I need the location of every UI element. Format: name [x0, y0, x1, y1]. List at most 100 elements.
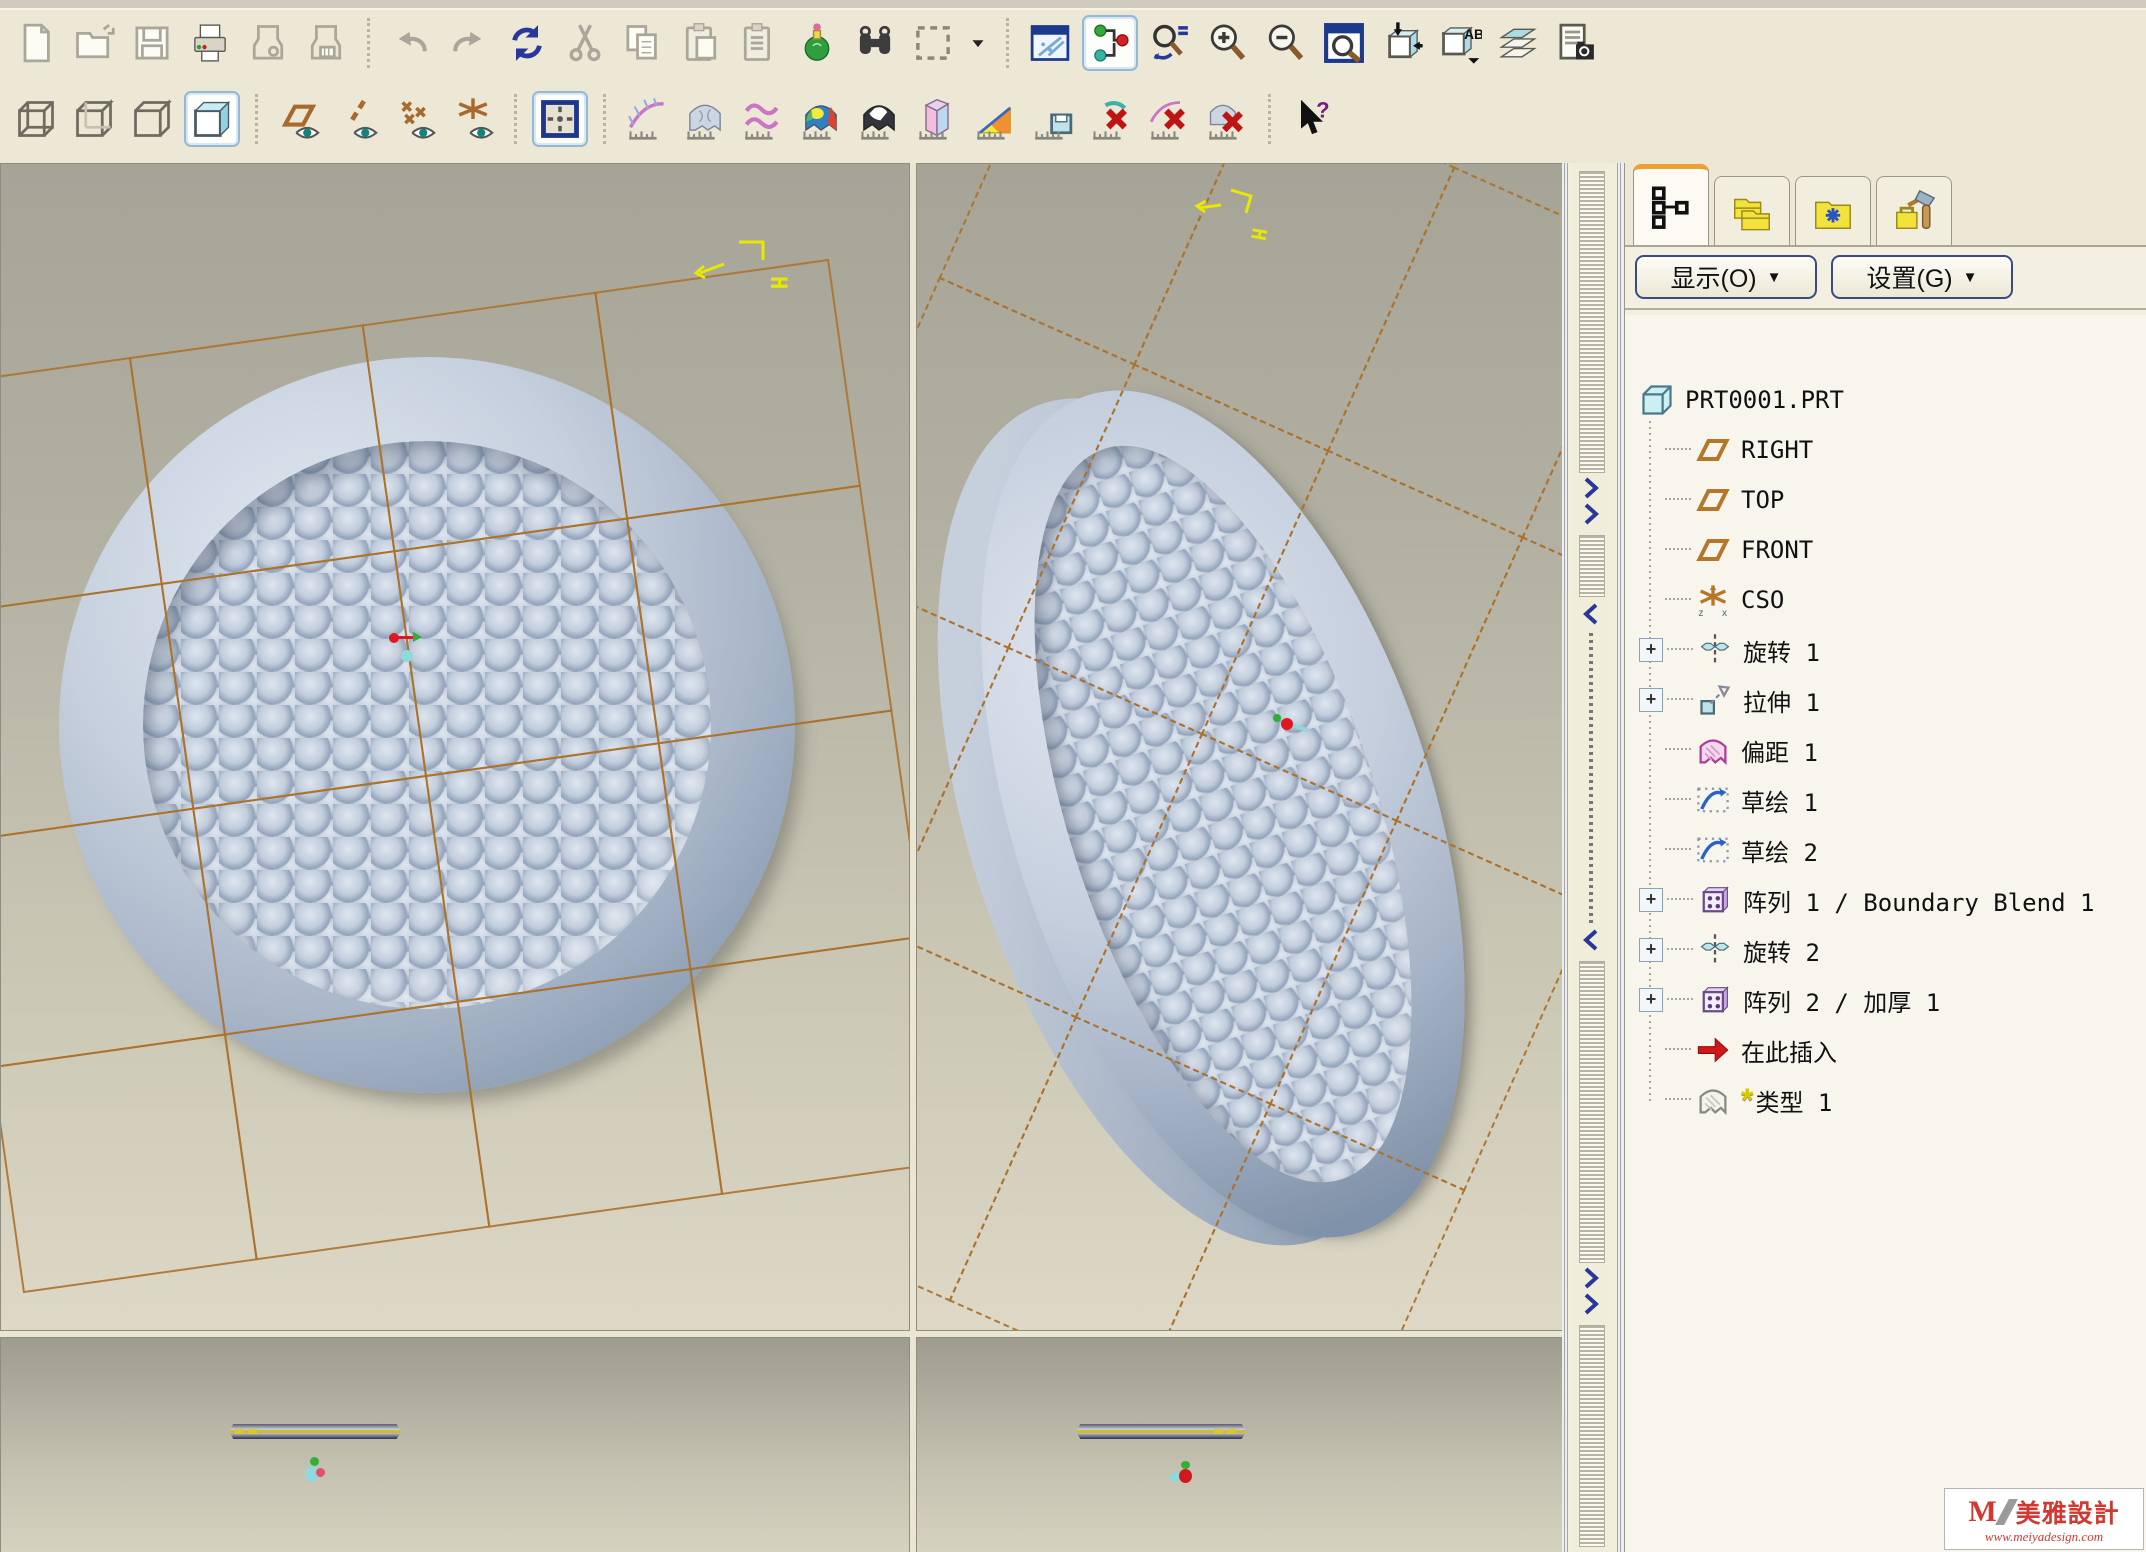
sash-grip[interactable] — [1579, 1325, 1605, 1547]
backup-button[interactable] — [300, 17, 352, 69]
tree-item[interactable]: * 类型 1 — [1625, 1075, 2146, 1125]
panel-divider — [1625, 308, 2146, 310]
tree-item[interactable]: + 阵列 1 / Boundary Blend 1 — [1625, 875, 2146, 925]
redo-button[interactable] — [443, 17, 495, 69]
saved-analyses-button[interactable] — [1027, 93, 1079, 145]
section-analysis-button[interactable] — [911, 93, 963, 145]
tree-item[interactable]: RIGHT — [1625, 425, 2146, 475]
delete-all-analyses-button[interactable] — [1085, 93, 1137, 145]
tree-item[interactable]: PRT0001.PRT — [1625, 375, 2146, 425]
copy-button[interactable] — [617, 17, 669, 69]
viewport-top-left[interactable]: H — [0, 163, 910, 1331]
graphics-area: H H — [0, 163, 1564, 1552]
tree-expand-button[interactable]: + — [1639, 888, 1663, 912]
sketch-icon — [1695, 782, 1731, 818]
viewport-bottom-left[interactable] — [0, 1337, 910, 1552]
sash-arrow-left-icon[interactable] — [1582, 603, 1600, 625]
sash-grip[interactable] — [1579, 171, 1605, 473]
shaded-button[interactable] — [184, 91, 240, 147]
tree-item[interactable]: + 旋转 1 — [1625, 625, 2146, 675]
reorient-button[interactable] — [1376, 17, 1428, 69]
marker-red-line — [397, 636, 414, 639]
orientation-triad: H — [693, 240, 790, 289]
layers-button[interactable] — [1492, 17, 1544, 69]
context-help-button[interactable]: ? — [1286, 93, 1338, 145]
favorites-tab[interactable] — [1795, 176, 1871, 245]
tree-connector — [1667, 648, 1693, 652]
paste-button[interactable] — [675, 17, 727, 69]
sash-arrow-left-icon[interactable] — [1582, 929, 1600, 951]
offset-icon — [1695, 732, 1731, 768]
model-tree-tab[interactable] — [1633, 164, 1709, 245]
annotations-button[interactable]: AB — [1434, 17, 1486, 69]
sash-grip[interactable] — [1579, 535, 1605, 597]
curves-analysis-button[interactable] — [737, 93, 789, 145]
datum-axes-toggle[interactable] — [331, 93, 383, 145]
tree-item[interactable]: FRONT — [1625, 525, 2146, 575]
curvature-analysis-button[interactable] — [621, 93, 673, 145]
viewport-bottom-right[interactable] — [916, 1337, 1564, 1552]
tree-item[interactable]: 草绘 2 — [1625, 825, 2146, 875]
draft-check-button[interactable] — [969, 93, 1021, 145]
surface-analysis-button[interactable] — [679, 93, 731, 145]
spin-center-toggle[interactable] — [532, 91, 588, 147]
show-dropdown-button[interactable]: 显示(O) ▼ — [1635, 255, 1817, 299]
save-a-copy-button[interactable] — [242, 17, 294, 69]
select-box-button[interactable] — [907, 17, 959, 69]
view-manager-button[interactable] — [1550, 17, 1602, 69]
hidden-line-button[interactable] — [68, 93, 120, 145]
connections-tab[interactable] — [1876, 176, 1952, 245]
model-tree-toggle-button[interactable] — [1082, 15, 1138, 71]
sketch-icon — [1695, 832, 1731, 868]
tree-item[interactable]: + 旋转 2 — [1625, 925, 2146, 975]
select-mode-dropdown[interactable] — [965, 17, 991, 69]
tree-item[interactable]: 在此插入 — [1625, 1025, 2146, 1075]
grid-cell — [361, 291, 629, 552]
print-button[interactable] — [184, 17, 236, 69]
shaded-curvature-button[interactable] — [795, 93, 847, 145]
tree-expand-button[interactable]: + — [1639, 688, 1663, 712]
sash-arrow-right-icon[interactable] — [1582, 477, 1600, 499]
model-player-button[interactable] — [791, 17, 843, 69]
tree-item[interactable]: x z CSO — [1625, 575, 2146, 625]
wireframe-button[interactable] — [10, 93, 62, 145]
search-options-button[interactable] — [1144, 17, 1196, 69]
tree-item[interactable]: + 拉伸 1 — [1625, 675, 2146, 725]
cut-button[interactable] — [559, 17, 611, 69]
sash-arrow-right-icon[interactable] — [1582, 1267, 1600, 1289]
save-file-button[interactable] — [126, 17, 178, 69]
navigator-sash[interactable] — [1562, 163, 1624, 1552]
render-window-button[interactable] — [1024, 17, 1076, 69]
marker-green-dot — [310, 1457, 319, 1466]
new-file-button[interactable] — [10, 17, 62, 69]
paste-special-button[interactable] — [733, 17, 785, 69]
tree-item[interactable]: TOP — [1625, 475, 2146, 525]
tree-item[interactable]: + 阵列 2 / 加厚 1 — [1625, 975, 2146, 1025]
no-hidden-button[interactable] — [126, 93, 178, 145]
tree-expand-button[interactable]: + — [1639, 988, 1663, 1012]
tree-expand-button[interactable]: + — [1639, 638, 1663, 662]
folder-browser-tab[interactable] — [1714, 176, 1790, 245]
open-file-button[interactable] — [68, 17, 120, 69]
datum-points-toggle[interactable] — [389, 93, 441, 145]
sash-arrow-right-icon[interactable] — [1582, 1293, 1600, 1315]
sash-grip[interactable] — [1579, 961, 1605, 1263]
undo-button[interactable] — [385, 17, 437, 69]
sash-arrow-right-icon[interactable] — [1582, 503, 1600, 525]
datum-csys-toggle[interactable] — [447, 93, 499, 145]
delete-surface-analysis-button[interactable] — [1201, 93, 1253, 145]
find-button[interactable] — [849, 17, 901, 69]
zoom-out-button[interactable] — [1260, 17, 1312, 69]
delete-curvature-button[interactable] — [1143, 93, 1195, 145]
datum-planes-toggle[interactable] — [273, 93, 325, 145]
refit-button[interactable] — [1318, 17, 1370, 69]
tree-connector — [1667, 948, 1693, 952]
reflection-analysis-button[interactable] — [853, 93, 905, 145]
tree-item[interactable]: 偏距 1 — [1625, 725, 2146, 775]
tree-item[interactable]: 草绘 1 — [1625, 775, 2146, 825]
viewport-top-right[interactable]: H — [916, 163, 1564, 1331]
tree-expand-button[interactable]: + — [1639, 938, 1663, 962]
zoom-in-button[interactable] — [1202, 17, 1254, 69]
settings-dropdown-button[interactable]: 设置(G) ▼ — [1831, 255, 2013, 299]
regenerate-button[interactable] — [501, 17, 553, 69]
